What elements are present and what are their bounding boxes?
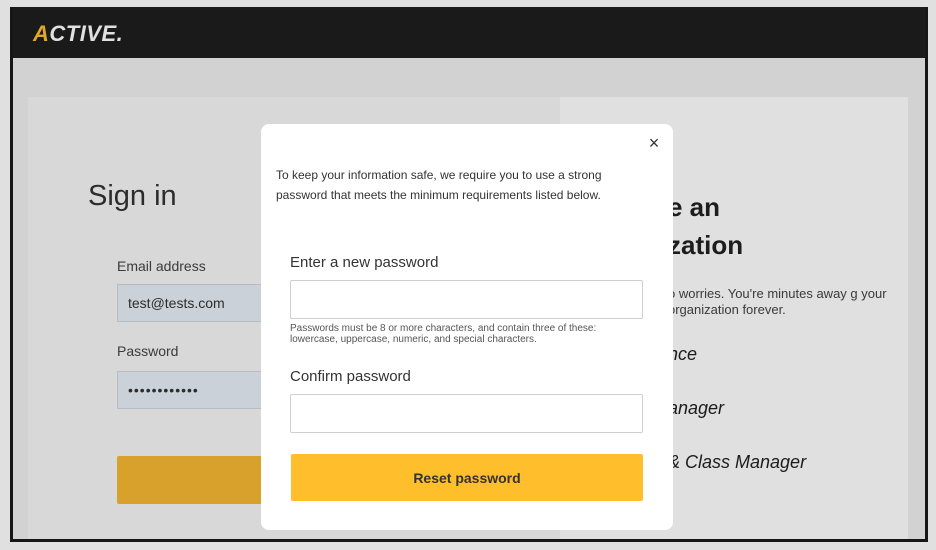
confirm-password-input[interactable] [290, 394, 643, 433]
password-requirements-hint: Passwords must be 8 or more characters, … [290, 323, 597, 345]
new-password-label: Enter a new password [290, 254, 439, 271]
reset-password-dialog: × To keep your information safe, we requ… [261, 124, 673, 530]
reset-password-button[interactable]: Reset password [291, 454, 643, 501]
security-notice: To keep your information safe, we requir… [276, 168, 602, 202]
close-icon[interactable]: × [644, 132, 664, 154]
new-password-input[interactable] [290, 280, 643, 319]
confirm-password-label: Confirm password [290, 368, 411, 385]
